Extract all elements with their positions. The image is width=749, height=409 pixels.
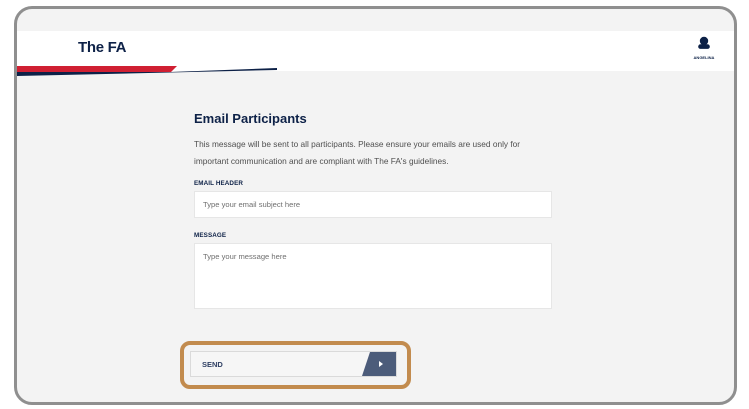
email-form: Email Participants This message will be … (194, 111, 554, 309)
header-bar: The FA ANGELINA (17, 31, 734, 76)
email-header-input[interactable]: Type your email subject here (194, 191, 552, 218)
brand-logo[interactable]: The FA (78, 39, 127, 56)
page-title: Email Participants (194, 111, 307, 126)
send-arrow-panel (362, 352, 396, 376)
form-description: This message will be sent to all partici… (194, 139, 521, 166)
email-header-label: EMAIL HEADER (194, 180, 244, 187)
send-button[interactable]: SEND (190, 351, 397, 377)
send-label: SEND (202, 360, 223, 369)
user-name: ANGELINA (693, 55, 715, 60)
brand-stripe (17, 66, 277, 76)
email-header-placeholder: Type your email subject here (203, 200, 301, 209)
user-icon (698, 36, 710, 49)
message-label: MESSAGE (194, 232, 227, 239)
message-placeholder: Type your message here (203, 252, 287, 261)
user-menu[interactable]: ANGELINA (686, 36, 722, 60)
message-textarea[interactable]: Type your message here (194, 243, 552, 309)
